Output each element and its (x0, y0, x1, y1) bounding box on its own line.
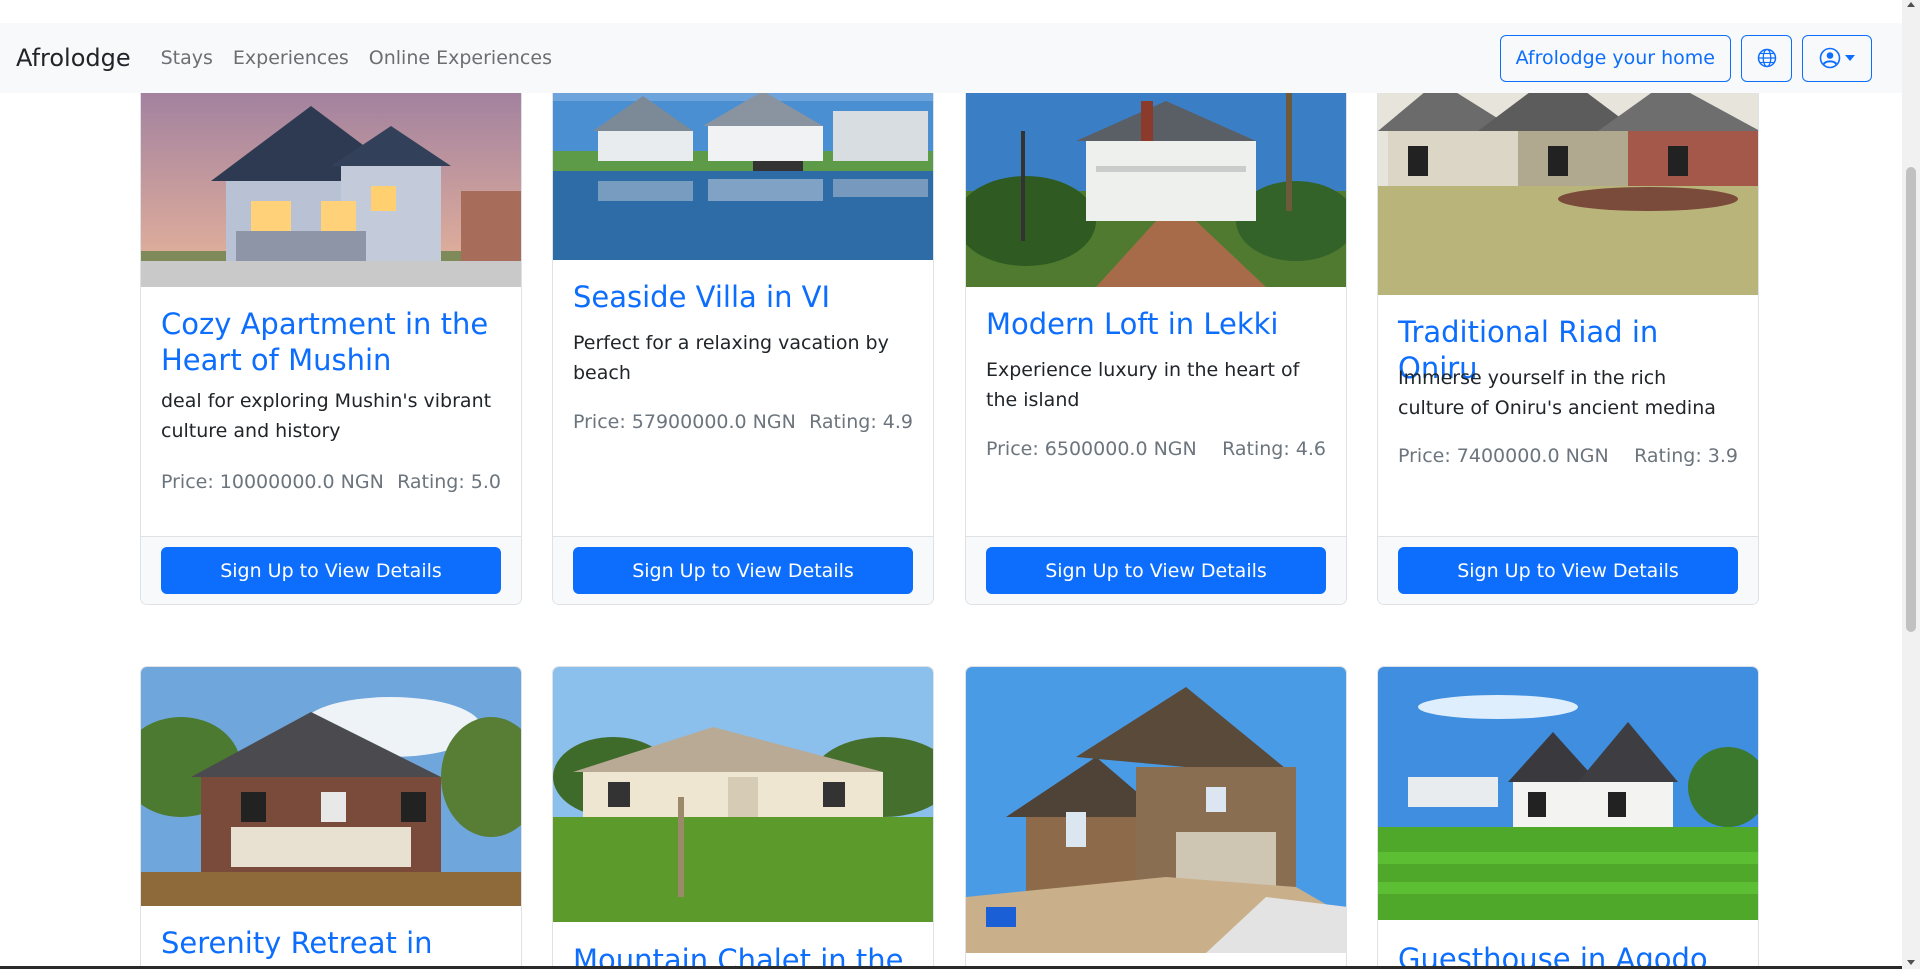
brand-logo[interactable]: Afrolodge (16, 44, 131, 72)
listing-description: Immerse yourself in the rich culture of … (1398, 367, 1716, 419)
listing-price: Price: 7400000.0 NGN (1398, 445, 1609, 467)
listing-rating: Rating: 4.6 (1222, 438, 1326, 460)
listing-image[interactable] (141, 667, 521, 906)
navbar: Afrolodge Stays Experiences Online Exper… (0, 23, 1902, 93)
listing-title[interactable]: Mountain Chalet in the (573, 942, 913, 969)
listing-meta: Price: 6500000.0 NGN Rating: 4.6 (986, 438, 1326, 460)
listing-rating: Rating: 4.9 (809, 411, 913, 433)
listing-description: deal for exploring Mushin's vibrant cult… (161, 390, 492, 442)
listing-rating: Rating: 3.9 (1634, 445, 1738, 467)
listing-card (965, 666, 1347, 969)
listing-rating: Rating: 5.0 (397, 471, 501, 493)
listing-meta: Price: 57900000.0 NGN Rating: 4.9 (573, 411, 913, 433)
listing-title[interactable]: Seaside Villa in VI (573, 279, 913, 315)
listing-card: Guesthouse in Agodo (1377, 666, 1759, 969)
listing-footer: Sign Up to View Details (966, 536, 1346, 604)
listing-image[interactable] (141, 71, 521, 287)
listing-meta: Price: 7400000.0 NGN Rating: 3.9 (1398, 445, 1738, 467)
listing-description: Perfect for a relaxing vacation by beach (573, 332, 889, 384)
scroll-up-icon[interactable] (1907, 2, 1915, 7)
language-button[interactable] (1741, 34, 1792, 82)
user-circle-icon (1819, 47, 1841, 69)
listing-price: Price: 10000000.0 NGN (161, 471, 384, 493)
sign-up-view-details-button[interactable]: Sign Up to View Details (986, 547, 1326, 594)
window-top-strip (0, 0, 1902, 23)
globe-icon (1757, 48, 1776, 68)
nav-link-stays[interactable]: Stays (161, 47, 213, 69)
scrollbar-thumb[interactable] (1906, 167, 1916, 632)
host-home-button[interactable]: Afrolodge your home (1499, 34, 1731, 82)
sign-up-view-details-button[interactable]: Sign Up to View Details (161, 547, 501, 594)
listing-card: Modern Loft in Lekki Experience luxury i… (965, 70, 1347, 605)
nav-link-online-experiences[interactable]: Online Experiences (369, 47, 552, 69)
user-menu-button[interactable] (1802, 34, 1872, 82)
listing-image[interactable] (1378, 667, 1758, 920)
sign-up-view-details-button[interactable]: Sign Up to View Details (1398, 547, 1738, 594)
listing-title[interactable]: Cozy Apartment in the Heart of Mushin (161, 306, 501, 378)
listing-image[interactable] (1378, 71, 1758, 295)
listing-card: Mountain Chalet in the (552, 666, 934, 969)
listing-card: Serenity Retreat in Ikota (140, 666, 522, 969)
listing-footer: Sign Up to View Details (141, 536, 521, 604)
listing-footer: Sign Up to View Details (553, 536, 933, 604)
scroll-down-icon[interactable] (1907, 960, 1915, 965)
nav-links: Stays Experiences Online Experiences (161, 47, 552, 69)
nav-link-experiences[interactable]: Experiences (233, 47, 349, 69)
listing-card: Traditional Riad in Oniru Immerse yourse… (1377, 70, 1759, 605)
scrollbar[interactable] (1902, 0, 1920, 969)
listing-card: Seaside Villa in VI Perfect for a relaxi… (552, 70, 934, 605)
listing-image[interactable] (553, 667, 933, 922)
listing-price: Price: 6500000.0 NGN (986, 438, 1197, 460)
listing-meta: Price: 10000000.0 NGN Rating: 5.0 (161, 471, 501, 493)
listing-image[interactable] (553, 71, 933, 260)
listing-title[interactable]: Guesthouse in Agodo (1398, 941, 1738, 969)
listing-footer: Sign Up to View Details (1378, 536, 1758, 604)
listing-description: Experience luxury in the heart of the is… (986, 359, 1300, 411)
listing-title[interactable]: Serenity Retreat in Ikota (161, 925, 501, 969)
listing-image[interactable] (966, 667, 1346, 953)
sign-up-view-details-button[interactable]: Sign Up to View Details (573, 547, 913, 594)
chevron-down-icon (1845, 55, 1855, 61)
listing-title[interactable]: Modern Loft in Lekki (986, 306, 1326, 342)
nav-actions: Afrolodge your home (1499, 34, 1886, 82)
listing-image[interactable] (966, 71, 1346, 287)
listing-price: Price: 57900000.0 NGN (573, 411, 796, 433)
listing-card: Cozy Apartment in the Heart of Mushin de… (140, 70, 522, 605)
